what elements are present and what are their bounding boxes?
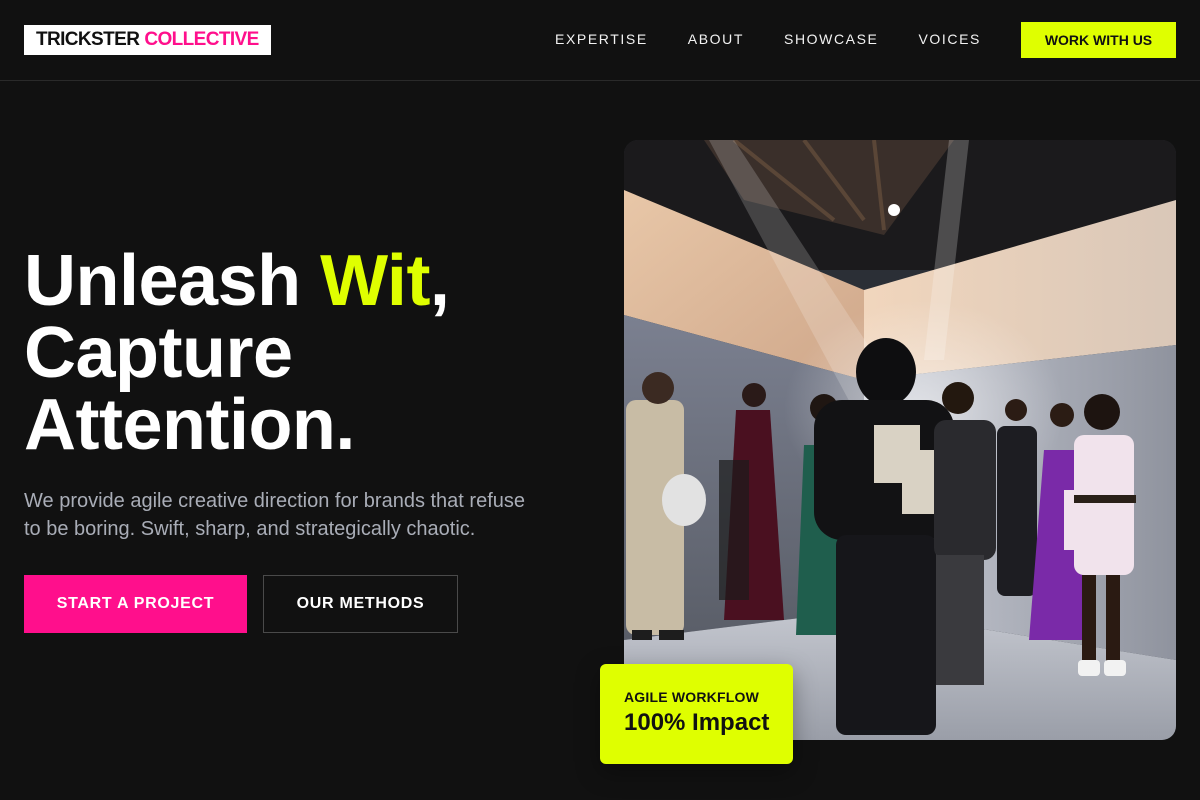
- hero-title-comma: ,: [429, 241, 450, 321]
- brand-name-part2: COLLECTIVE: [144, 29, 259, 50]
- hero-title-word1: Unleash: [24, 241, 301, 321]
- hero-fashion-photo: [624, 140, 1176, 740]
- nav-link-about[interactable]: ABOUT: [688, 31, 744, 47]
- brand-logo[interactable]: TRICKSTER COLLECTIVE: [24, 25, 271, 55]
- work-with-us-button[interactable]: WORK WITH US: [1021, 22, 1176, 58]
- hero-subtitle: We provide agile creative direction for …: [24, 490, 526, 540]
- hero-title: Unleash Wit, Capture Attention.: [24, 245, 584, 461]
- top-navbar: TRICKSTER COLLECTIVE EXPERTISE ABOUT SHO…: [0, 0, 1200, 81]
- start-project-button[interactable]: START A PROJECT: [24, 575, 247, 633]
- stat-card-label: AGILE WORKFLOW: [624, 689, 760, 705]
- stat-card-value: 100% Impact: [624, 709, 770, 736]
- fashion-event-illustration: [624, 140, 1176, 740]
- main-nav: EXPERTISE ABOUT SHOWCASE VOICES: [555, 31, 981, 47]
- brand-name-part1: TRICKSTER: [36, 29, 140, 50]
- nav-link-voices[interactable]: VOICES: [918, 31, 981, 47]
- agile-workflow-stat-card: AGILE WORKFLOW 100% Impact: [600, 664, 793, 764]
- hero-title-line3: Attention.: [24, 385, 355, 465]
- nav-link-expertise[interactable]: EXPERTISE: [555, 31, 648, 47]
- nav-link-showcase[interactable]: SHOWCASE: [784, 31, 878, 47]
- our-methods-button[interactable]: OUR METHODS: [263, 575, 458, 633]
- hero-title-line2: Capture: [24, 313, 293, 393]
- hero-title-highlight: Wit: [320, 241, 430, 321]
